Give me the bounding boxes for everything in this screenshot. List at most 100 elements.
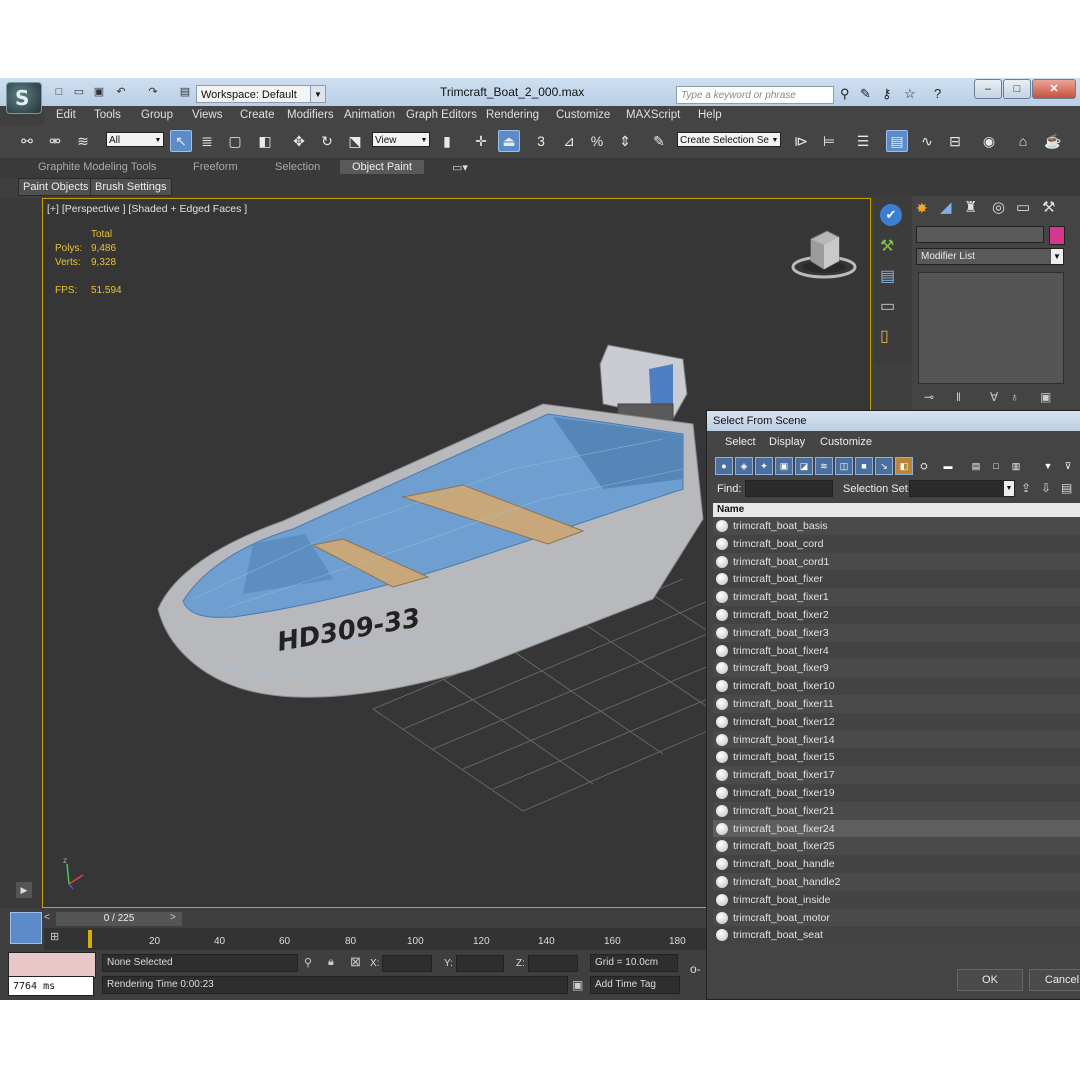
menu-views[interactable]: Views — [192, 109, 222, 121]
show-end-result-icon[interactable]: ‖ — [956, 390, 961, 404]
catalog-icon[interactable]: ▤ — [880, 266, 895, 286]
select-all-icon[interactable]: ▤ — [967, 457, 985, 475]
drill-icon[interactable]: ⚒ — [880, 236, 894, 256]
list-item[interactable]: trimcraft_boat_basis — [713, 517, 1080, 535]
frozen-filter-icon[interactable]: ⛭ — [915, 457, 933, 475]
maximize-icon[interactable]: □ — [1003, 79, 1031, 99]
graphite-tools-toggle-icon[interactable]: ▤ — [886, 130, 908, 152]
undo-icon[interactable]: ↶ — [114, 86, 128, 98]
percent-snap-icon[interactable]: % — [586, 130, 608, 152]
redo-icon[interactable]: ↷ — [146, 86, 160, 98]
new-file-icon[interactable]: □ — [52, 86, 66, 98]
list-item[interactable]: trimcraft_boat_fixer25 — [713, 837, 1080, 856]
play-arrow-icon[interactable]: ▶ — [16, 882, 32, 898]
rectangular-selection-icon[interactable]: ▢ — [224, 130, 246, 152]
list-item[interactable]: trimcraft_boat_fixer9 — [713, 659, 1080, 678]
edit-set-icon[interactable]: ▤ — [1061, 481, 1072, 495]
lights-filter-icon[interactable]: ✦ — [755, 457, 773, 475]
select-none-icon[interactable]: □ — [987, 457, 1005, 475]
cancel-button[interactable]: Cancel — [1029, 969, 1080, 991]
hidden-filter-icon[interactable]: ▬ — [939, 457, 957, 475]
ok-button[interactable]: OK — [957, 969, 1023, 991]
named-selection-icon[interactable]: ✎ — [648, 130, 670, 152]
tab-graphite-modeling-tools[interactable]: Graphite Modeling Tools — [38, 161, 156, 173]
list-item[interactable]: trimcraft_boat_fixer10 — [713, 677, 1080, 695]
bones-filter-icon[interactable]: ↘ — [875, 457, 893, 475]
modify-tab-icon[interactable]: ◢ — [940, 198, 952, 216]
list-item[interactable]: trimcraft_boat_fixer17 — [713, 766, 1080, 784]
helpers-filter-icon[interactable]: ◪ — [795, 457, 813, 475]
move-icon[interactable]: ✥ — [288, 130, 310, 152]
menu-group[interactable]: Group — [141, 109, 173, 121]
list-item[interactable]: trimcraft_boat_fixer24 — [713, 819, 1080, 838]
select-link-icon[interactable]: ⚯ — [16, 130, 38, 152]
find-input[interactable] — [745, 480, 833, 497]
filter-options-icon[interactable]: ⊽ — [1059, 457, 1077, 475]
menu-tools[interactable]: Tools — [94, 109, 121, 121]
help-icon[interactable]: ? — [934, 86, 941, 101]
minimize-icon[interactable]: – — [974, 79, 1002, 99]
binoculars-icon[interactable]: ⚲ — [840, 86, 850, 102]
lock-icon[interactable]: 🔒︎ — [328, 956, 334, 969]
menu-create[interactable]: Create — [240, 109, 275, 121]
list-item[interactable]: trimcraft_boat_fixer1 — [713, 588, 1080, 606]
utilities-tab-icon[interactable]: ⚒ — [1042, 198, 1055, 216]
select-invert-icon[interactable]: ▥ — [1007, 457, 1025, 475]
brush-settings-button[interactable]: Brush Settings — [90, 178, 172, 196]
named-selection-set-dropdown[interactable]: Create Selection Se ▼ — [677, 132, 781, 147]
schematic-view-icon[interactable]: ⊟ — [944, 130, 966, 152]
paint-objects-button[interactable]: Paint Objects — [18, 178, 94, 196]
selection-set-dropdown[interactable]: ▼ — [909, 480, 1015, 497]
pin-stack-icon[interactable]: ⊸ — [924, 390, 934, 404]
project-folder-icon[interactable]: ▤ — [178, 86, 192, 98]
monitor-icon[interactable]: ▭ — [880, 296, 895, 316]
rotate-icon[interactable]: ↻ — [316, 130, 338, 152]
list-item[interactable]: trimcraft_boat_fixer2 — [713, 606, 1080, 624]
layer-manager-icon[interactable]: ☰ — [852, 130, 874, 152]
curve-editor-icon[interactable]: ∿ — [916, 130, 938, 152]
filter-icon[interactable]: ▼ — [1039, 457, 1057, 475]
modifier-stack[interactable] — [918, 272, 1064, 384]
tab-object-paint[interactable]: Object Paint — [340, 160, 424, 174]
make-unique-icon[interactable]: ∀ — [990, 390, 998, 404]
list-item[interactable]: trimcraft_boat_fixer4 — [713, 641, 1080, 660]
absolute-mode-icon[interactable]: ⊠ — [350, 954, 361, 970]
unlink-icon[interactable]: ⚮ — [44, 130, 66, 152]
hierarchy-tab-icon[interactable]: ♜ — [964, 198, 977, 216]
object-color-swatch[interactable] — [1049, 226, 1065, 245]
save-set-icon[interactable]: ⇪ — [1021, 481, 1031, 495]
display-tab-icon[interactable]: ▭ — [1016, 198, 1030, 216]
add-time-tag-icon[interactable]: ▣ — [572, 978, 583, 992]
load-set-icon[interactable]: ⇩ — [1041, 481, 1051, 495]
selection-filter-dropdown[interactable]: All ▼ — [106, 132, 164, 147]
key-icon[interactable]: ⚷ — [882, 86, 892, 102]
menu-help[interactable]: Help — [698, 109, 722, 121]
bind-space-warp-icon[interactable]: ≋ — [72, 130, 94, 152]
time-slider-left-arrow-icon[interactable]: < — [44, 912, 50, 923]
render-setup-icon[interactable]: ⌂ — [1012, 130, 1034, 152]
add-time-tag-button[interactable]: Add Time Tag — [590, 976, 680, 994]
material-editor-icon[interactable]: ◉ — [978, 130, 1000, 152]
cameras-filter-icon[interactable]: ▣ — [775, 457, 793, 475]
configure-sets-icon[interactable]: ▣ — [1040, 390, 1051, 404]
x-coordinate-field[interactable] — [382, 955, 432, 972]
shapes-filter-icon[interactable]: ◈ — [735, 457, 753, 475]
select-object-icon[interactable]: ↖ — [170, 130, 192, 152]
time-slider-right-arrow-icon[interactable]: > — [170, 912, 176, 923]
list-item[interactable]: trimcraft_boat_fixer — [713, 570, 1080, 589]
mirror-icon[interactable]: ⧐ — [790, 130, 812, 152]
time-slider[interactable]: 0 / 225 — [56, 912, 182, 926]
scale-icon[interactable]: ⬔ — [344, 130, 366, 152]
window-crossing-icon[interactable]: ◧ — [254, 130, 276, 152]
key-mode-icon[interactable]: o- — [690, 962, 701, 976]
object-list[interactable]: trimcraft_boat_basis trimcraft_boat_cordt… — [707, 517, 1080, 957]
list-item[interactable]: trimcraft_boat_cord — [713, 534, 1080, 553]
list-item[interactable]: trimcraft_boat_motor — [713, 908, 1080, 927]
select-by-name-icon[interactable]: ≣ — [196, 130, 218, 152]
motion-tab-icon[interactable]: ◎ — [992, 198, 1005, 216]
list-item[interactable]: trimcraft_boat_handle — [713, 855, 1080, 873]
favorites-star-icon[interactable]: ☆ — [904, 86, 916, 102]
spacewarps-filter-icon[interactable]: ≋ — [815, 457, 833, 475]
list-item[interactable]: trimcraft_boat_fixer14 — [713, 730, 1080, 749]
create-tab-icon[interactable]: ✸ — [916, 200, 928, 217]
